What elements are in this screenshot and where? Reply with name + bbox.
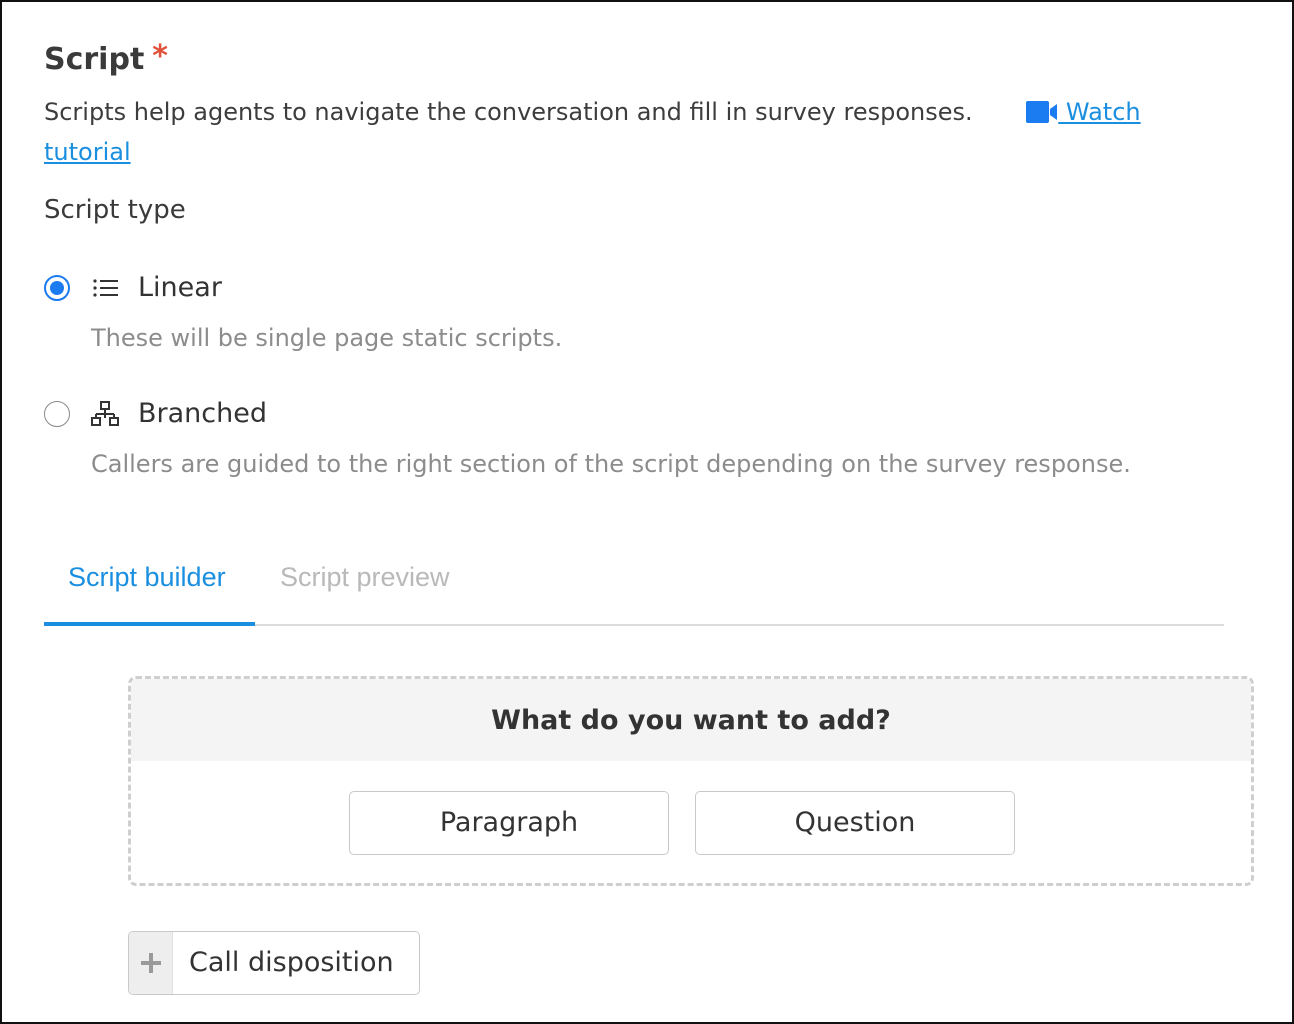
section-title: Script * bbox=[44, 39, 168, 78]
hierarchy-icon bbox=[91, 400, 119, 426]
option-linear[interactable]: Linear bbox=[44, 272, 222, 303]
option-branched[interactable]: Branched bbox=[44, 398, 267, 429]
add-paragraph-button[interactable]: Paragraph bbox=[349, 791, 669, 855]
add-panel-heading: What do you want to add? bbox=[131, 679, 1251, 761]
script-tabs: Script builder Script preview bbox=[44, 552, 1224, 626]
call-disposition-button[interactable]: Call disposition bbox=[128, 931, 420, 995]
add-content-panel: What do you want to add? Paragraph Quest… bbox=[128, 676, 1254, 886]
video-camera-icon bbox=[1026, 101, 1058, 123]
page-frame: Script * Scripts help agents to navigate… bbox=[0, 0, 1294, 1024]
tab-script-builder[interactable]: Script builder bbox=[44, 552, 255, 626]
linear-radio[interactable] bbox=[44, 274, 70, 301]
required-marker: * bbox=[152, 39, 168, 74]
call-disposition-label[interactable]: Call disposition bbox=[189, 932, 394, 994]
branched-help: Callers are guided to the right section … bbox=[91, 450, 1131, 478]
section-title-text: Script bbox=[44, 42, 145, 77]
branched-radio[interactable] bbox=[44, 400, 70, 427]
linear-label[interactable]: Linear bbox=[138, 272, 222, 303]
script-type-heading: Script type bbox=[44, 195, 186, 225]
add-question-button[interactable]: Question bbox=[695, 791, 1015, 855]
branched-label[interactable]: Branched bbox=[138, 398, 267, 429]
tab-script-preview[interactable]: Script preview bbox=[280, 552, 450, 626]
description-text: Scripts help agents to navigate the conv… bbox=[44, 98, 973, 126]
linear-help: These will be single page static scripts… bbox=[91, 324, 563, 352]
section-description: Scripts help agents to navigate the conv… bbox=[44, 92, 1164, 172]
list-icon bbox=[93, 278, 118, 297]
plus-icon bbox=[129, 932, 173, 994]
